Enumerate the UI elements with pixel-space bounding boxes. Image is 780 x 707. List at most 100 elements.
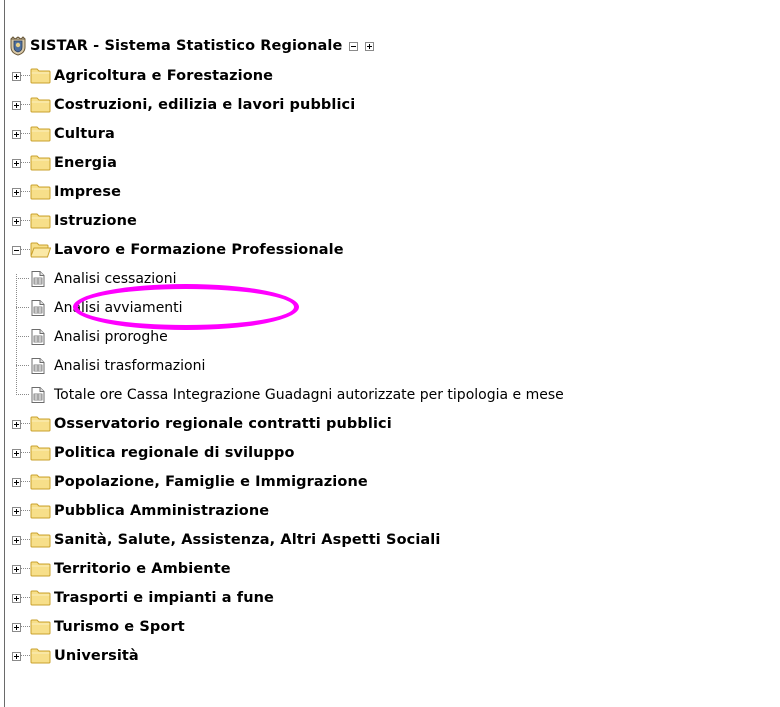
tree-connector: [16, 336, 29, 338]
tree-connector: [21, 655, 30, 657]
tree-leaf-totale-ore-cassa-integrazione-guadagni-autorizzate-per-tipologia-e-mese[interactable]: Totale ore Cassa Integrazione Guadagni a…: [12, 381, 780, 410]
tree-leaf-analisi-cessazioni[interactable]: Analisi cessazioni: [12, 265, 780, 294]
tree-node-label[interactable]: Istruzione: [54, 213, 137, 229]
tree-connector: [21, 626, 30, 628]
tree-leaf-label[interactable]: Analisi proroghe: [54, 329, 168, 345]
folder-icon: [30, 97, 51, 113]
left-border: [4, 0, 5, 707]
tree-connector: [16, 394, 29, 396]
tree-node-energia[interactable]: Energia: [12, 149, 780, 178]
folder-icon: [30, 474, 51, 490]
expand-toggle-icon[interactable]: [12, 448, 21, 458]
tree-node-imprese[interactable]: Imprese: [12, 178, 780, 207]
tree-connector: [21, 597, 30, 599]
tree-leaf-analisi-proroghe[interactable]: Analisi proroghe: [12, 323, 780, 352]
expand-toggle-icon[interactable]: [12, 564, 21, 574]
tree-connector: [21, 104, 30, 106]
tree-connector: [21, 133, 30, 135]
tree-connector: [21, 220, 30, 222]
tree-connector: [16, 365, 29, 367]
tree-connector: [16, 278, 29, 280]
tree-node-agricoltura-e-forestazione[interactable]: Agricoltura e Forestazione: [12, 62, 780, 91]
folder-icon: [30, 184, 51, 200]
folder-icon: [30, 213, 51, 229]
tree-connector: [21, 162, 30, 164]
tree-node-costruzioni-edilizia-e-lavori-pubblici[interactable]: Costruzioni, edilizia e lavori pubblici: [12, 91, 780, 120]
tree-node-label[interactable]: Energia: [54, 155, 117, 171]
report-document-icon: [29, 270, 47, 288]
expand-toggle-icon[interactable]: [12, 71, 21, 81]
report-document-icon: [29, 328, 47, 346]
tree-connector: [21, 481, 30, 483]
expand-toggle-icon[interactable]: [12, 535, 21, 545]
tree-leaf-analisi-avviamenti[interactable]: Analisi avviamenti: [12, 294, 780, 323]
tree-leaf-label[interactable]: Totale ore Cassa Integrazione Guadagni a…: [54, 387, 564, 403]
collapse-all-icon[interactable]: [349, 41, 359, 51]
tree-leaf-label[interactable]: Analisi trasformazioni: [54, 358, 205, 374]
tree-node-label[interactable]: Lavoro e Formazione Professionale: [54, 242, 344, 258]
expand-toggle-icon[interactable]: [12, 100, 21, 110]
folder-icon: [30, 155, 51, 171]
tree-node-osservatorio-regionale-contratti-pubblici[interactable]: Osservatorio regionale contratti pubblic…: [12, 410, 780, 439]
expand-all-icon[interactable]: [365, 41, 375, 51]
tree-connector: [21, 539, 30, 541]
tree-node-label[interactable]: Trasporti e impianti a fune: [54, 590, 274, 606]
tree-node-label[interactable]: Pubblica Amministrazione: [54, 503, 269, 519]
tree-node-label[interactable]: Turismo e Sport: [54, 619, 185, 635]
tree-node-label[interactable]: Territorio e Ambiente: [54, 561, 231, 577]
folder-icon: [30, 648, 51, 664]
tree-connector: [21, 191, 30, 193]
expand-toggle-icon[interactable]: [12, 506, 21, 516]
tree-node-label[interactable]: Politica regionale di sviluppo: [54, 445, 295, 461]
expand-toggle-icon[interactable]: [12, 216, 21, 226]
tree-node-label[interactable]: Sanità, Salute, Assistenza, Altri Aspett…: [54, 532, 440, 548]
folder-icon: [30, 445, 51, 461]
expand-toggle-icon[interactable]: [12, 651, 21, 661]
tree-node-cultura[interactable]: Cultura: [12, 120, 780, 149]
tree-node-label[interactable]: Cultura: [54, 126, 115, 142]
tree-node-istruzione[interactable]: Istruzione: [12, 207, 780, 236]
root-label[interactable]: SISTAR - Sistema Statistico Regionale: [30, 38, 342, 54]
folder-open-icon: [30, 242, 51, 258]
tree-node-turismo-e-sport[interactable]: Turismo e Sport: [12, 613, 780, 642]
folder-icon: [30, 561, 51, 577]
tree-node-pubblica-amministrazione[interactable]: Pubblica Amministrazione: [12, 497, 780, 526]
report-document-icon: [29, 386, 47, 404]
tree-root: SISTAR - Sistema Statistico Regionale: [8, 36, 375, 56]
tree-leaf-label[interactable]: Analisi avviamenti: [54, 300, 183, 316]
tree-node-label[interactable]: Università: [54, 648, 139, 664]
tree-node-popolazione-famiglie-e-immigrazione[interactable]: Popolazione, Famiglie e Immigrazione: [12, 468, 780, 497]
tree-leaf-analisi-trasformazioni[interactable]: Analisi trasformazioni: [12, 352, 780, 381]
tree-leaf-label[interactable]: Analisi cessazioni: [54, 271, 177, 287]
tree-node-lavoro-e-formazione-professionale[interactable]: Lavoro e Formazione Professionale: [12, 236, 780, 265]
folder-icon: [30, 416, 51, 432]
expand-toggle-icon[interactable]: [12, 187, 21, 197]
expand-toggle-icon[interactable]: [12, 158, 21, 168]
tree-node-sanita-salute-assistenza-altri-aspetti-sociali[interactable]: Sanità, Salute, Assistenza, Altri Aspett…: [12, 526, 780, 555]
tree-node-label[interactable]: Osservatorio regionale contratti pubblic…: [54, 416, 392, 432]
folder-icon: [30, 68, 51, 84]
expand-toggle-icon[interactable]: [12, 129, 21, 139]
expand-toggle-icon[interactable]: [12, 419, 21, 429]
tree-node-label[interactable]: Imprese: [54, 184, 121, 200]
tree-node-trasporti-e-impianti-a-fune[interactable]: Trasporti e impianti a fune: [12, 584, 780, 613]
tree-node-label[interactable]: Popolazione, Famiglie e Immigrazione: [54, 474, 368, 490]
tree-node-territorio-e-ambiente[interactable]: Territorio e Ambiente: [12, 555, 780, 584]
expand-toggle-icon[interactable]: [12, 477, 21, 487]
expand-toggle-icon[interactable]: [12, 593, 21, 603]
tree-node-politica-regionale-di-sviluppo[interactable]: Politica regionale di sviluppo: [12, 439, 780, 468]
tree-connector: [21, 75, 30, 77]
tree-node-label[interactable]: Costruzioni, edilizia e lavori pubblici: [54, 97, 355, 113]
folder-icon: [30, 619, 51, 635]
category-tree: Agricoltura e Forestazione Costruzioni, e…: [12, 62, 780, 671]
folder-icon: [30, 590, 51, 606]
tree-node-label[interactable]: Agricoltura e Forestazione: [54, 68, 273, 84]
expand-toggle-icon[interactable]: [12, 622, 21, 632]
child-list-lavoro-e-formazione-professionale: Analisi cessazioni Analisi avviamenti Anal…: [12, 265, 780, 410]
tree-connector: [21, 452, 30, 454]
regional-crest-icon: [10, 36, 26, 56]
collapse-toggle-icon[interactable]: [12, 245, 21, 255]
report-document-icon: [29, 357, 47, 375]
tree-node-universita[interactable]: Università: [12, 642, 780, 671]
tree-connector: [21, 510, 30, 512]
